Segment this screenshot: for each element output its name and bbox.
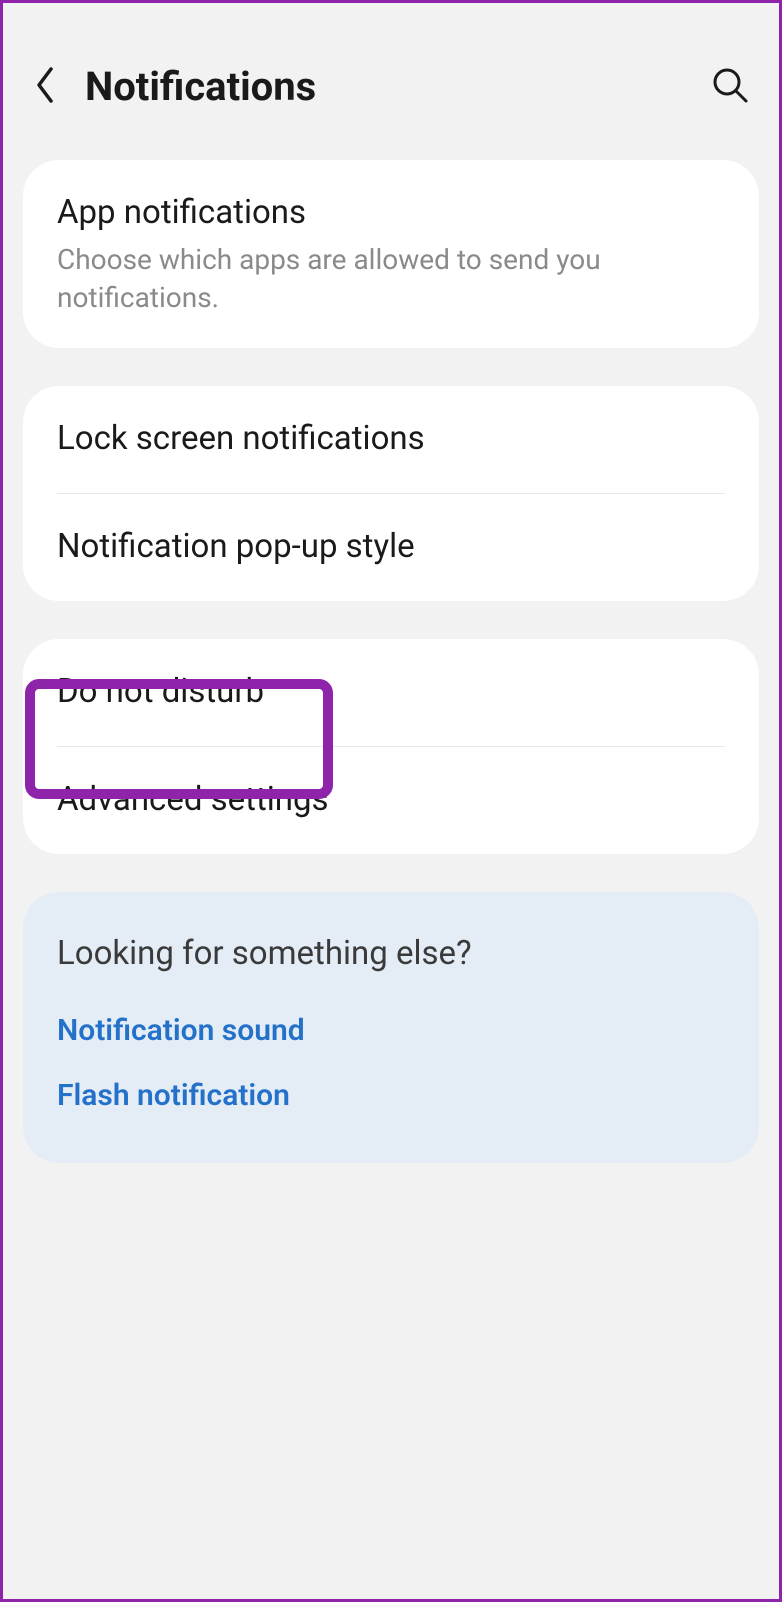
link-notification-sound[interactable]: Notification sound	[57, 1013, 725, 1048]
looking-title: Looking for something else?	[57, 934, 725, 973]
item-title: App notifications	[57, 192, 725, 235]
item-subtitle: Choose which apps are allowed to send yo…	[57, 241, 725, 317]
search-icon[interactable]	[711, 66, 749, 108]
item-title: Do not disturb	[57, 671, 725, 714]
item-title: Lock screen notifications	[57, 418, 725, 461]
item-app-notifications[interactable]: App notifications Choose which apps are …	[23, 160, 759, 348]
item-do-not-disturb[interactable]: Do not disturb	[23, 639, 759, 746]
item-title: Advanced settings	[57, 779, 725, 822]
back-icon[interactable]	[33, 65, 57, 109]
card-looking-for: Looking for something else? Notification…	[23, 892, 759, 1163]
item-title: Notification pop-up style	[57, 526, 725, 569]
card-app-notifications: App notifications Choose which apps are …	[23, 160, 759, 348]
card-lockscreen-popup: Lock screen notifications Notification p…	[23, 386, 759, 601]
item-advanced-settings[interactable]: Advanced settings	[23, 747, 759, 854]
card-dnd-advanced: Do not disturb Advanced settings	[23, 639, 759, 854]
page-title: Notifications	[85, 63, 316, 110]
header: Notifications	[3, 3, 779, 160]
link-flash-notification[interactable]: Flash notification	[57, 1078, 725, 1113]
item-notification-popup-style[interactable]: Notification pop-up style	[23, 494, 759, 601]
item-lock-screen-notifications[interactable]: Lock screen notifications	[23, 386, 759, 493]
header-left: Notifications	[33, 63, 316, 110]
